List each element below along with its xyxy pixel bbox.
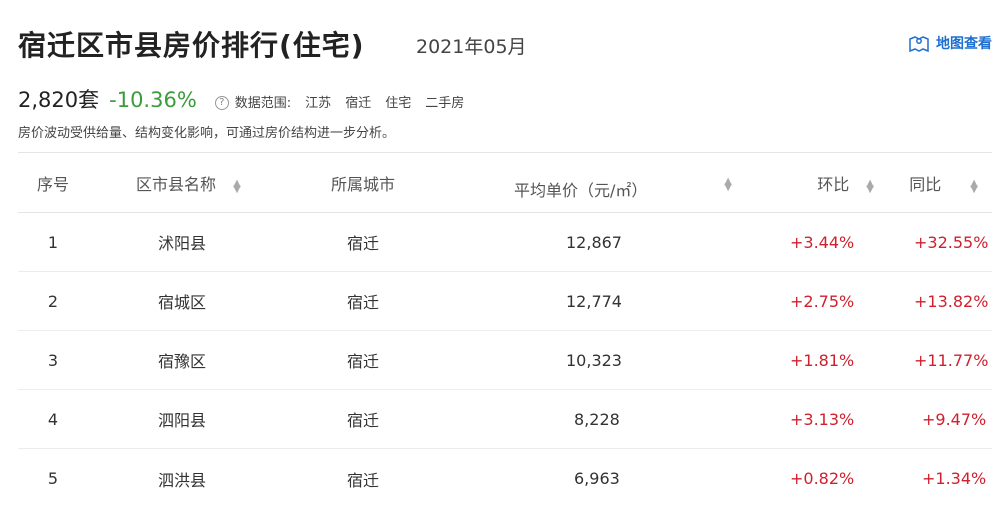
header-name-label: 区市县名称 — [136, 174, 217, 194]
row-price: 12,867 — [566, 232, 622, 252]
help-icon[interactable]: ? — [214, 95, 229, 110]
row-mom: +0.82% — [790, 469, 855, 488]
row-city: 宿迁 — [346, 411, 379, 430]
row-index: 1 — [47, 232, 59, 252]
row-price: 10,323 — [566, 350, 622, 370]
range-item: 住宅 — [385, 96, 412, 111]
row-mom: +3.44% — [790, 232, 855, 252]
header-index: 序号 — [36, 174, 69, 194]
row-name[interactable]: 沭阳县 — [88, 230, 278, 254]
sort-icon[interactable]: ▲ ▼ — [233, 179, 241, 195]
row-name[interactable]: 泗阳县 — [88, 407, 278, 431]
ranking-table: 序号 区市县名称 ▲ ▼ 所属城市 平均单价（元/㎡） ▲ ▼ 环比 ▲ ▼ 同比 ▲… — [18, 152, 992, 506]
table-row[interactable]: 3 宿豫区 宿迁 10,323 +1.81% +11.77% — [18, 331, 992, 390]
range-item: 江苏 — [305, 96, 332, 111]
row-yoy: +32.55% — [914, 232, 989, 252]
range-label: 数据范围: — [234, 96, 292, 111]
row-name[interactable]: 宿豫区 — [88, 348, 278, 372]
header-name[interactable]: 区市县名称 ▲ ▼ — [88, 171, 278, 195]
row-price: 8,228 — [574, 409, 620, 429]
row-mom: +1.81% — [790, 350, 855, 370]
row-price: 12,774 — [566, 291, 622, 311]
report-date: 2021年05月 — [416, 36, 527, 58]
row-name[interactable]: 泗洪县 — [88, 467, 278, 491]
table-row[interactable]: 5 泗洪县 宿迁 6,963 +0.82% +1.34% — [18, 449, 992, 506]
price-change: -10.36% — [109, 88, 197, 112]
header-yoy[interactable]: 同比 ▲ ▼ — [888, 171, 992, 195]
row-city: 宿迁 — [346, 293, 379, 312]
header-mom[interactable]: 环比 ▲ ▼ — [768, 171, 888, 195]
table-row[interactable]: 4 泗阳县 宿迁 8,228 +3.13% +9.47% — [18, 390, 992, 449]
map-pin-icon — [908, 33, 930, 53]
row-mom: +2.75% — [790, 291, 855, 311]
row-yoy: +13.82% — [914, 291, 989, 311]
listing-count: 2,820套 — [18, 88, 100, 112]
row-price: 6,963 — [574, 469, 620, 488]
header-yoy-label: 同比 — [909, 174, 942, 194]
row-city: 宿迁 — [346, 470, 379, 490]
row-city: 宿迁 — [346, 352, 379, 371]
row-yoy: +1.34% — [922, 469, 987, 488]
table-row[interactable]: 1 沭阳县 宿迁 12,867 +3.44% +32.55% — [18, 213, 992, 272]
row-yoy: +9.47% — [922, 409, 987, 429]
range-item: 二手房 — [425, 96, 465, 111]
row-mom: +3.13% — [790, 409, 855, 429]
row-yoy: +11.77% — [914, 350, 989, 370]
table-header: 序号 区市县名称 ▲ ▼ 所属城市 平均单价（元/㎡） ▲ ▼ 环比 ▲ ▼ 同比 ▲… — [18, 153, 992, 213]
row-index: 2 — [47, 291, 59, 311]
table-row[interactable]: 2 宿城区 宿迁 12,774 +2.75% +13.82% — [18, 272, 992, 331]
map-view-link[interactable]: 地图查看 — [908, 33, 992, 53]
note-text: 房价波动受供给量、结构变化影响，可通过房价结构进一步分析。 — [18, 126, 396, 141]
row-index: 4 — [47, 409, 59, 429]
stats-row: 2,820套 -10.36% ? 数据范围: 江苏 宿迁 住宅 二手房 — [18, 84, 464, 114]
header-city: 所属城市 — [330, 174, 395, 194]
row-name[interactable]: 宿城区 — [88, 289, 278, 313]
sort-icon[interactable]: ▲ ▼ — [724, 176, 732, 192]
title-row: 宿迁区市县房价排行(住宅) 2021年05月 地图查看 — [18, 26, 1000, 66]
row-index: 3 — [47, 350, 59, 370]
header-price-label: 平均单价（元/㎡） — [514, 180, 648, 200]
header-price[interactable]: 平均单价（元/㎡） ▲ ▼ — [448, 176, 768, 200]
row-city: 宿迁 — [346, 234, 379, 253]
map-view-label: 地图查看 — [936, 36, 992, 52]
sort-icon[interactable]: ▲ ▼ — [970, 179, 978, 195]
page-title: 宿迁区市县房价排行(住宅) — [18, 29, 365, 62]
row-index: 5 — [47, 469, 59, 488]
sort-icon[interactable]: ▲ ▼ — [866, 179, 874, 195]
range-item: 宿迁 — [345, 96, 372, 111]
header-mom-label: 环比 — [817, 174, 850, 194]
